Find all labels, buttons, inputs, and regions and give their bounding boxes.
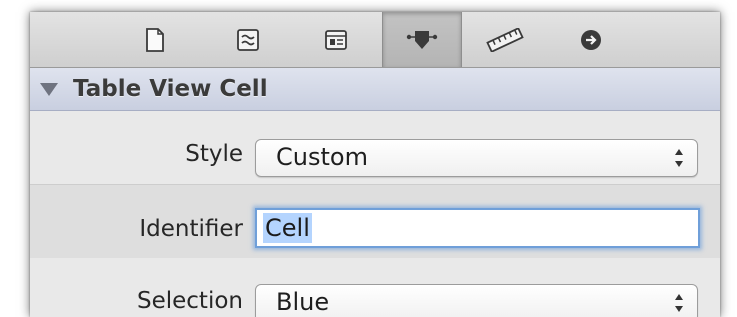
identity-inspector-button[interactable] [306,12,366,67]
style-label: Style [185,141,243,167]
attributes-inspector-button[interactable] [382,12,462,67]
size-inspector-icon [486,27,524,52]
section-header-table-view-cell[interactable]: Table View Cell [30,68,720,111]
section-title: Table View Cell [73,76,268,102]
disclosure-triangle-icon[interactable] [40,82,58,96]
style-row: Style Custom [30,111,720,184]
popup-arrows-icon [675,294,683,312]
identity-inspector-icon [325,29,347,50]
size-inspector-button[interactable] [475,12,535,67]
selection-label: Selection [137,288,243,314]
inspector-panel: Table View Cell Style Custom Identifier … [30,12,720,317]
style-value: Custom [276,143,368,171]
quick-help-icon [237,28,259,51]
file-inspector-button[interactable] [125,12,185,67]
attributes-inspector-icon [406,30,438,49]
inspector-toolbar [30,12,720,68]
identifier-value: Cell [263,213,312,243]
selection-row: Selection Blue [30,258,720,317]
identifier-label: Identifier [139,216,243,242]
style-popup-button[interactable]: Custom [255,139,698,177]
connections-inspector-button[interactable] [561,12,621,67]
identifier-row: Identifier Cell [30,184,720,259]
file-inspector-icon [146,27,164,52]
popup-arrows-icon [675,149,683,167]
connections-inspector-icon [581,29,601,50]
selection-popup-button[interactable]: Blue [255,284,698,317]
selection-value: Blue [276,288,330,316]
quick-help-button[interactable] [218,12,278,67]
identifier-field[interactable]: Cell [255,208,700,248]
screenshot-canvas: Table View Cell Style Custom Identifier … [0,0,737,317]
